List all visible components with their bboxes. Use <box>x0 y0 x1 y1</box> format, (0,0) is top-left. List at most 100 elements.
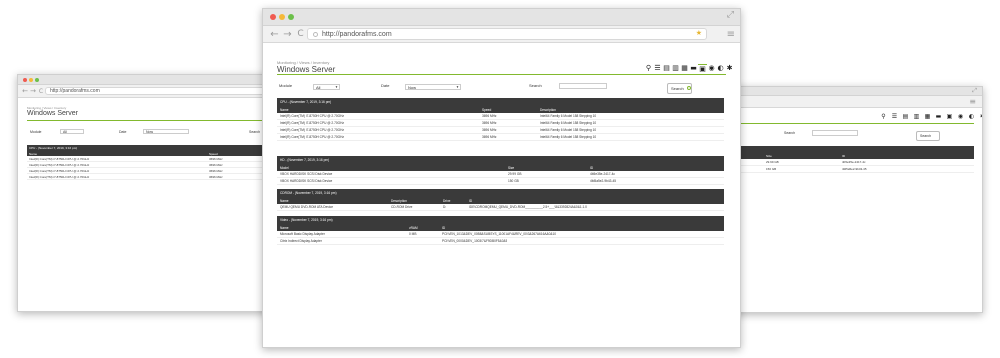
page-content: ⚲ ☰ ▤ ▥ ▦ ▬ ▣ ◉ ◐ ✱ Search Search Size <box>726 108 982 312</box>
forward-icon[interactable]: → <box>281 29 294 40</box>
table-row: QEMU QEMU DVD-ROM ATA Device CD-ROM Drive… <box>277 204 724 211</box>
list-icon[interactable]: ☰ <box>889 113 900 120</box>
cell-id: IDE\CDROMQEMU_QEMU_DVD-ROM__________2.5+… <box>469 205 587 209</box>
menu-icon[interactable]: ≡ <box>969 97 976 106</box>
date-select[interactable]: Now ▼ <box>405 84 461 90</box>
page-content: Monitoring / Views / Inventory Windows S… <box>18 98 281 311</box>
cell-name: Intel(R) Core(TM) i7-8750H CPU @ 2.70GHz <box>280 128 344 132</box>
search-input[interactable] <box>812 130 858 136</box>
minimize-dot-icon[interactable] <box>29 78 33 82</box>
column-id: ID <box>842 154 845 158</box>
column-name: Name <box>280 108 289 112</box>
reload-icon[interactable]: C <box>37 88 45 95</box>
doc-icon[interactable]: ▤ <box>662 64 671 73</box>
expand-icon[interactable]: ⤢ <box>972 87 977 95</box>
bookmark-star-icon[interactable]: ★ <box>696 29 702 37</box>
address-bar-row: ← → C http://pandorafms.com ★ ≡ <box>263 26 740 43</box>
cell-speed: 3696 MHz <box>209 156 223 161</box>
cell-id: 4fd5a5e2-9b43-45 <box>590 179 617 183</box>
cell-speed: 3696 MHz <box>209 174 223 179</box>
cell-speed: 3696 MHz <box>482 128 497 132</box>
url-text: http://pandorafms.com <box>50 88 100 94</box>
close-dot-icon[interactable] <box>23 78 27 82</box>
table-row: Intel(R) Core(TM) i7-8750H CPU @ 2.70GHz… <box>277 120 724 127</box>
cell-description: CD-ROM Drive <box>391 205 413 209</box>
table-row: Intel(R) Core(TM) i7-8750H CPU @ 2.70GHz… <box>277 127 724 134</box>
calendar-icon[interactable]: ▦ <box>680 64 689 73</box>
module-select[interactable]: All <box>60 129 84 134</box>
maximize-dot-icon[interactable] <box>35 78 39 82</box>
column-drive: Drive <box>443 199 451 203</box>
table-row: Microsoft Basic Display Adapter 0 MB PCI\V… <box>277 231 724 238</box>
settings-icon[interactable]: ✱ <box>725 64 734 73</box>
browser-window-right: ⤢ ≡ ⚲ ☰ ▤ ▥ ▦ ▬ ▣ ◉ ◐ ✱ Search Search <box>725 86 983 313</box>
date-label: Date <box>381 83 390 88</box>
section-title: Video - (November 7, 2019, 3:16 pm) <box>277 216 724 225</box>
table-row: Intel(R) Core(TM) i7-8750H CPU @ 2.70GHz… <box>27 174 281 180</box>
calendar-icon[interactable]: ▦ <box>922 113 933 120</box>
cell-name: Intel(R) Core(TM) i7-8750H CPU @ 2.70GHz <box>29 162 90 167</box>
inventory-icon[interactable]: ▣ <box>698 64 707 73</box>
cell-description: Intel64 Family 6 Model 158 Stepping 10 <box>540 128 597 132</box>
cell-model: VBOX HARDDISK SCSI Disk Device <box>280 172 333 176</box>
cell-name: Intel(R) Core(TM) i7-8750H CPU @ 2.70GHz <box>280 121 344 125</box>
date-select-value: Now <box>408 85 417 90</box>
cell-speed: 3696 MHz <box>209 162 223 167</box>
window-titlebar: ⤢ <box>263 9 740 26</box>
cell-id: PCI\VEN_1013&DEV_00B8&SUBSYS_11001AF4&RE… <box>442 232 557 236</box>
column-name: Name <box>29 151 38 156</box>
folder-icon[interactable]: ▬ <box>689 64 698 73</box>
close-dot-icon[interactable] <box>270 14 276 20</box>
settings-icon[interactable]: ✱ <box>977 113 982 120</box>
maximize-dot-icon[interactable] <box>288 14 294 20</box>
table-row: VBOX HARDDISK SCSI Disk Device 29.99 GB 4b… <box>277 171 724 178</box>
search-label: Search <box>529 83 542 88</box>
menu-icon[interactable]: ≡ <box>727 29 735 40</box>
folder-icon[interactable]: ▬ <box>933 113 944 120</box>
back-icon[interactable]: ← <box>268 29 281 40</box>
window-titlebar <box>18 75 281 85</box>
graph-icon[interactable]: ▥ <box>671 64 680 73</box>
module-select[interactable]: All ▼ <box>313 84 340 90</box>
alert-icon[interactable]: ◉ <box>707 64 716 73</box>
cell-name: Intel(R) Core(TM) i7-8750H CPU @ 2.70GHz <box>29 174 90 179</box>
table-row: 150 GB 4fd5a5e2-9b43-45 <box>726 166 974 173</box>
table-row: Intel(R) Core(TM) i7-8750H CPU @ 2.70GHz… <box>277 113 724 120</box>
graph-icon[interactable]: ▥ <box>911 113 922 120</box>
date-select[interactable]: Now <box>143 129 189 134</box>
tree-icon[interactable]: ⚲ <box>644 64 653 73</box>
cell-name: Microsoft Basic Display Adapter <box>280 232 325 236</box>
url-field[interactable]: http://pandorafms.com <box>45 87 278 95</box>
hd-section: HD - (November 7, 2019, 3:16 pm) Model S… <box>277 156 724 185</box>
column-speed: Speed <box>209 151 218 156</box>
expand-icon[interactable]: ⤢ <box>727 10 734 20</box>
search-input[interactable] <box>559 83 607 89</box>
minimize-dot-icon[interactable] <box>279 14 285 20</box>
column-description: Description <box>540 108 556 112</box>
doc-icon[interactable]: ▤ <box>900 113 911 120</box>
search-button[interactable]: Search <box>667 83 692 94</box>
page-title: Windows Server <box>277 65 336 74</box>
column-vram: vRAM <box>409 226 418 230</box>
list-icon[interactable]: ☰ <box>653 64 662 73</box>
cell-size: 150 GB <box>766 167 777 171</box>
cpu-section: CPU - (November 7, 2019, 3:16 pm) Name S… <box>277 98 724 141</box>
back-icon[interactable]: ← <box>21 87 29 95</box>
cell-description: Intel64 Family 6 Model 158 Stepping 10 <box>540 114 597 118</box>
reload-icon[interactable]: C <box>294 29 307 39</box>
history-icon[interactable]: ◐ <box>716 64 725 73</box>
search-label: Search <box>784 131 796 135</box>
history-icon[interactable]: ◐ <box>966 113 977 120</box>
cell-name: Intel(R) Core(TM) i7-8750H CPU @ 2.70GHz <box>29 168 90 173</box>
hd-section-bar <box>726 146 974 153</box>
module-select-value: All <box>316 85 321 90</box>
alert-icon[interactable]: ◉ <box>955 113 966 120</box>
inventory-icon[interactable]: ▣ <box>944 113 955 120</box>
url-field[interactable]: http://pandorafms.com ★ <box>307 28 707 40</box>
cell-speed: 3696 MHz <box>482 135 497 139</box>
search-button[interactable]: Search <box>916 131 940 141</box>
forward-icon[interactable]: → <box>29 87 37 95</box>
hd-table: Size ID 29.99 GB 4b5e35e-2417-4c 150 GB 4f… <box>726 146 974 173</box>
tree-icon[interactable]: ⚲ <box>878 113 889 120</box>
window-titlebar: ⤢ <box>726 87 982 96</box>
